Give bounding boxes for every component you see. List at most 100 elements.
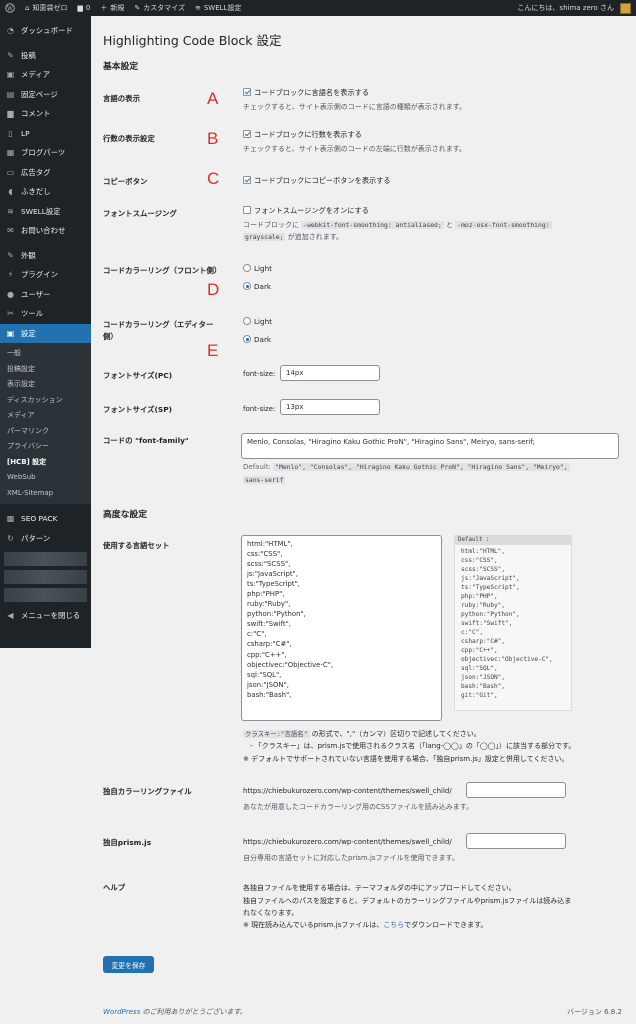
plus-icon: ＋	[100, 4, 108, 12]
submenu-general[interactable]: 一般	[0, 346, 91, 362]
refresh-icon: ↻	[7, 533, 14, 543]
lang-set-default-line: bash:"Bash",	[461, 683, 506, 690]
menu-plugins[interactable]: ⚡ プラグイン	[0, 265, 91, 285]
lang-set-line: js:"JavaScript",	[247, 570, 298, 579]
front-light-label[interactable]: Light	[254, 264, 272, 273]
front-light-radio[interactable]	[243, 264, 251, 272]
help-line-2: 独自ファイルへのパスを設定すると、デフォルトのカラーリングファイルやprism.…	[243, 897, 572, 905]
lang-set-default-line: swift:"Swift",	[461, 620, 513, 627]
wrench-icon: ✂	[7, 309, 14, 319]
lang-set-line: sql:"SQL",	[247, 670, 282, 679]
annotation-c: C	[207, 169, 220, 188]
submenu-permalinks[interactable]: パーマリンク	[0, 424, 91, 440]
editor-light-radio[interactable]	[243, 317, 251, 325]
blurred-menu-item	[4, 570, 87, 584]
editor-light-label[interactable]: Light	[254, 317, 272, 326]
font-smoothing-checkbox[interactable]	[243, 206, 251, 214]
lang-set-textarea[interactable]: html:"HTML", css:"CSS", scss:"SCSS", js:"Ja…	[241, 535, 442, 721]
blurred-menu-item	[4, 552, 87, 566]
front-dark-radio[interactable]	[243, 282, 251, 290]
menu-balloon[interactable]: ◖ ふきだし	[0, 182, 91, 202]
font-family-textarea[interactable]: Menlo, Consolas, "Hiragino Kaku Gothic P…	[241, 433, 619, 459]
page-title: Highlighting Code Block 設定	[103, 33, 282, 48]
help-line-3: れなくなります。	[243, 909, 299, 917]
copy-button-checkbox[interactable]	[243, 176, 251, 184]
submenu-writing[interactable]: 投稿設定	[0, 362, 91, 378]
site-name-link[interactable]: ⌂ 知恵袋ゼロ	[20, 0, 72, 16]
blurred-menu-item	[4, 588, 87, 602]
page-icon: ▤	[6, 89, 15, 99]
custom-prism-input[interactable]	[466, 833, 566, 849]
label-font-size-sp: フォントサイズ(SP)	[103, 405, 173, 414]
submenu-privacy[interactable]: プライバシー	[0, 439, 91, 455]
menu-comments[interactable]: ▆ コメント	[0, 104, 91, 124]
menu-dashboard[interactable]: ◔ ダッシュボード	[0, 21, 91, 41]
submenu-xml-sitemap[interactable]: XML-Sitemap	[0, 486, 91, 502]
seo-icon: ▩	[6, 514, 15, 524]
swell-settings-link[interactable]: ≋ SWELL設定	[190, 0, 246, 16]
menu-swell-settings[interactable]: ≋ SWELL設定	[0, 202, 91, 222]
download-link[interactable]: こちら	[383, 921, 404, 929]
label-lang-set: 使用する言語セット	[103, 541, 170, 550]
lang-display-checkbox-label[interactable]: コードブロックに言語名を表示する	[254, 88, 369, 98]
menu-blog-parts[interactable]: ▦ ブログパーツ	[0, 143, 91, 163]
lang-set-line: json:"JSON",	[247, 680, 289, 689]
submenu-discussion[interactable]: ディスカッション	[0, 393, 91, 409]
user-icon: ●	[7, 289, 14, 299]
menu-lp[interactable]: ▯ LP	[0, 124, 91, 144]
lang-set-line: csharp:"C#",	[247, 640, 292, 649]
account-menu[interactable]: こんにちは、shima zero さん	[512, 0, 636, 16]
footer-version: バージョン 6.8.2	[567, 1008, 622, 1016]
font-smoothing-checkbox-label[interactable]: フォントスムージングをオンにする	[254, 206, 369, 216]
custom-coloring-input[interactable]	[466, 782, 566, 798]
main-content: Highlighting Code Block 設定 基本設定 A B C D …	[91, 16, 636, 1024]
customize-link[interactable]: ✎ カスタマイズ	[129, 0, 190, 16]
submenu-media[interactable]: メディア	[0, 408, 91, 424]
comment-icon: ▆	[77, 4, 83, 12]
comment-icon: ▆	[7, 109, 14, 119]
line-numbers-checkbox-label[interactable]: コードブロックに行数を表示する	[254, 130, 362, 140]
admin-bar: W ⌂ 知恵袋ゼロ ▆ 0 ＋新規 ✎ カスタマイズ ≋ SWELL設定 こんにちは、s…	[0, 0, 636, 16]
menu-users[interactable]: ● ユーザー	[0, 285, 91, 305]
lang-set-default-line: c:"C",	[461, 629, 484, 636]
submenu-hcb-settings[interactable]: [HCB] 設定	[0, 455, 91, 471]
menu-pages[interactable]: ▤ 固定ページ	[0, 85, 91, 105]
menu-posts[interactable]: ✎ 投稿	[0, 46, 91, 66]
menu-ad-tags[interactable]: ▭ 広告タグ	[0, 163, 91, 183]
menu-media[interactable]: ▣ メディア	[0, 65, 91, 85]
submenu-websub[interactable]: WebSub	[0, 470, 91, 486]
font-size-sp-input[interactable]: 13px	[280, 399, 380, 415]
wordpress-logo-icon[interactable]: W	[0, 0, 20, 16]
collapse-menu-button[interactable]: ◀ メニューを閉じる	[0, 606, 91, 626]
label-font-family: コードの "font-family"	[103, 436, 189, 445]
custom-prism-path: https://chiebukurozero.com/wp-content/th…	[243, 838, 452, 846]
menu-seo-pack[interactable]: ▩ SEO PACK	[0, 509, 91, 529]
menu-appearance[interactable]: ✎ 外観	[0, 246, 91, 266]
lang-set-default-line: scss:"SCSS",	[461, 566, 506, 573]
footer-thanks: WordPress のご利用ありがとうございます。	[103, 1008, 247, 1016]
dashboard-icon: ◔	[7, 26, 14, 36]
copy-button-checkbox-label[interactable]: コードブロックにコピーボタンを表示する	[254, 176, 391, 186]
submenu-reading[interactable]: 表示設定	[0, 377, 91, 393]
menu-contact[interactable]: ✉ お問い合わせ	[0, 221, 91, 241]
editor-dark-label[interactable]: Dark	[254, 335, 271, 344]
lang-display-checkbox[interactable]	[243, 88, 251, 96]
font-size-pc-input[interactable]: 14px	[280, 365, 380, 381]
menu-tools[interactable]: ✂ ツール	[0, 304, 91, 324]
lang-set-line: html:"HTML",	[247, 540, 293, 548]
new-content-link[interactable]: ＋新規	[95, 0, 129, 16]
lang-set-default-line: css:"CSS",	[461, 557, 498, 564]
label-font-size-pc: フォントサイズ(PC)	[103, 371, 173, 380]
front-dark-label[interactable]: Dark	[254, 282, 271, 291]
menu-settings[interactable]: ▣ 設定	[0, 323, 91, 343]
wordpress-link[interactable]: WordPress	[103, 1008, 140, 1016]
line-numbers-checkbox[interactable]	[243, 130, 251, 138]
font-family-default: Default: "Menlo", "Consolas", "Hiragino …	[243, 463, 570, 471]
custom-coloring-desc: あなたが用意したコードカラーリング用のCSSファイルを読み込みます。	[243, 803, 474, 811]
editor-dark-radio[interactable]	[243, 335, 251, 343]
lang-set-line: c:"C",	[247, 630, 267, 639]
comments-link[interactable]: ▆ 0	[72, 0, 95, 16]
menu-pattern[interactable]: ↻ パターン	[0, 529, 91, 549]
font-family-default-2: sans-serif	[243, 476, 286, 484]
save-button[interactable]: 変更を保存	[103, 956, 154, 973]
